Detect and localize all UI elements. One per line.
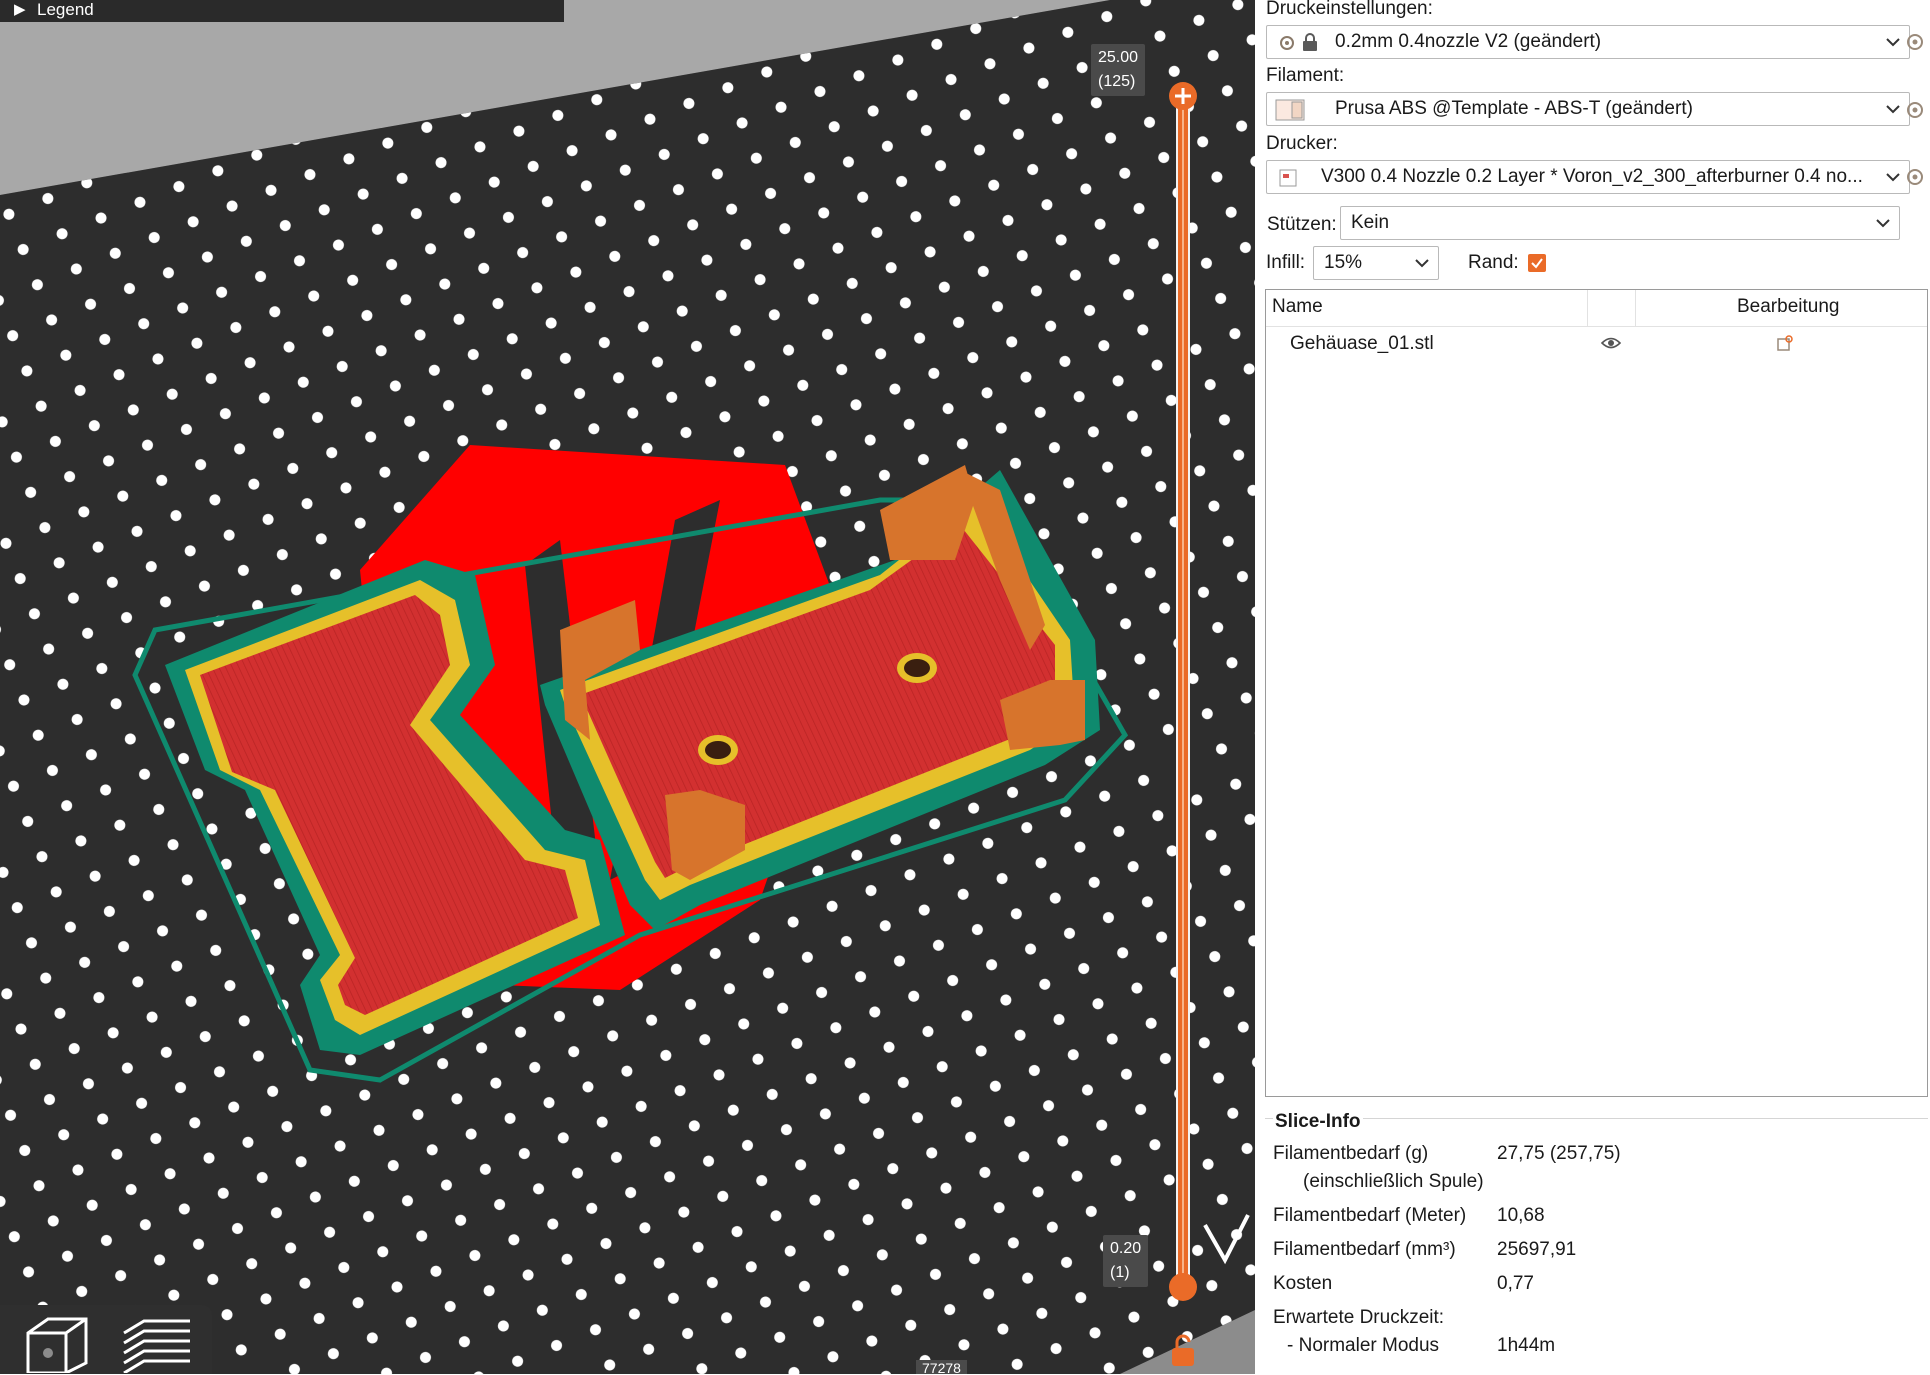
normal-mode-time: 1h44m [1497, 1335, 1556, 1356]
print-settings-value: 0.2mm 0.4nozzle V2 (geändert) [1335, 31, 1602, 52]
filament-value: Prusa ABS @Template - ABS-T (geändert) [1335, 98, 1693, 119]
supports-combo[interactable]: Kein [1340, 206, 1900, 240]
top-layer-index: (125) [1098, 73, 1136, 90]
infill-combo[interactable]: 15% [1313, 246, 1439, 280]
view-mode-toolbar [0, 1305, 212, 1374]
print-settings-edit-gear-icon[interactable] [1904, 31, 1926, 53]
3d-view-icon[interactable] [20, 1311, 92, 1373]
chevron-down-icon [1886, 105, 1900, 114]
bottom-layer-height: 0.20 [1110, 1240, 1142, 1257]
bottom-layer-handle[interactable] [1169, 1273, 1197, 1301]
filament-weight-label: Filamentbedarf (g) [1273, 1143, 1429, 1164]
column-separator [1587, 290, 1588, 326]
checkmark-icon [1531, 258, 1543, 269]
column-header-edit[interactable]: Bearbeitung [1737, 296, 1839, 318]
bottom-layer-label: 0.20 (1) [1103, 1235, 1149, 1287]
estimated-time-label: Erwartete Druckzeit: [1273, 1307, 1445, 1328]
print-settings-combo[interactable]: 0.2mm 0.4nozzle V2 (geändert) [1266, 25, 1910, 59]
edit-object-icon[interactable] [1776, 334, 1794, 352]
filament-length-label: Filamentbedarf (Meter) [1273, 1205, 1467, 1226]
top-layer-handle[interactable] [1169, 82, 1197, 110]
lock-icon [1303, 33, 1317, 51]
normal-mode-label: - Normaler Modus [1287, 1335, 1440, 1356]
print-settings-label: Druckeinstellungen: [1266, 0, 1433, 19]
brim-checkbox[interactable] [1528, 254, 1546, 272]
bottom-layer-index: (1) [1110, 1264, 1130, 1281]
column-separator [1635, 290, 1636, 326]
object-list: Name Bearbeitung Gehäuase_01.stl [1265, 289, 1928, 1097]
filament-weight-sublabel: (einschließlich Spule) [1303, 1171, 1484, 1192]
chevron-down-icon [1886, 173, 1900, 182]
printer-value: V300 0.4 Nozzle 0.2 Layer * Voron_v2_300… [1321, 166, 1863, 187]
brim-label: Rand: [1468, 252, 1519, 273]
move-count-label: 77278 [916, 1360, 967, 1374]
chevron-down-icon [1876, 219, 1890, 228]
layers-view-icon[interactable] [118, 1311, 190, 1373]
chevron-down-icon [1415, 259, 1429, 268]
cost-label: Kosten [1273, 1273, 1333, 1294]
layer-slider[interactable] [1176, 95, 1190, 1291]
chevron-down-icon [1886, 38, 1900, 47]
top-layer-height: 25.00 [1098, 49, 1139, 66]
object-list-header: Name Bearbeitung [1266, 290, 1927, 327]
expand-arrow-icon: ▶ [14, 1, 26, 18]
slice-info-title: Slice-Info [1273, 1111, 1363, 1133]
legend-toggle[interactable]: ▶ Legend [0, 0, 564, 22]
list-item[interactable]: Gehäuase_01.stl [1266, 326, 1927, 360]
filament-volume-value: 25697,91 [1497, 1239, 1577, 1260]
preview-viewport[interactable]: ▶ Legend 25.00 (125) 0.20 (1) 77278 [0, 0, 1255, 1374]
slice-info-box: Slice-Info Filamentbedarf (g) 27,75 (257… [1265, 1111, 1928, 1375]
printer-icon [1279, 169, 1297, 187]
filament-combo[interactable]: Prusa ABS @Template - ABS-T (geändert) [1266, 92, 1910, 126]
bed-scene[interactable] [0, 0, 1255, 1374]
filament-edit-gear-icon[interactable] [1904, 99, 1926, 121]
printer-label: Drucker: [1266, 133, 1338, 154]
infill-value: 15% [1324, 252, 1363, 273]
filament-length-value: 10,68 [1497, 1205, 1545, 1226]
cost-value: 0,77 [1497, 1273, 1534, 1294]
column-header-name[interactable]: Name [1272, 296, 1323, 318]
filament-volume-label: Filamentbedarf (mm³) [1273, 1239, 1456, 1260]
printer-combo[interactable]: V300 0.4 Nozzle 0.2 Layer * Voron_v2_300… [1266, 160, 1910, 194]
eye-icon[interactable] [1601, 336, 1621, 350]
supports-label: Stützen: [1267, 214, 1337, 235]
top-layer-label: 25.00 (125) [1091, 44, 1146, 96]
gear-icon [1280, 36, 1294, 50]
filament-weight-value: 27,75 (257,75) [1497, 1143, 1621, 1164]
filament-label: Filament: [1266, 65, 1345, 86]
supports-value: Kein [1351, 212, 1390, 233]
object-name: Gehäuase_01.stl [1290, 333, 1434, 354]
printer-edit-gear-icon[interactable] [1904, 166, 1926, 188]
filament-color-swatch-icon [1275, 99, 1305, 121]
legend-label: Legend [37, 0, 94, 19]
infill-label: Infill: [1266, 252, 1306, 273]
